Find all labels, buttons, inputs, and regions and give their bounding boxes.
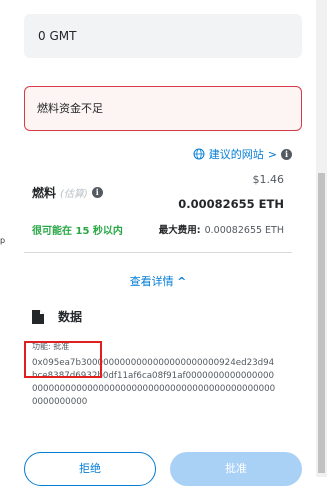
gas-info-icon[interactable]: i xyxy=(91,187,103,198)
alert-text: 燃料资金不足 xyxy=(37,102,103,115)
document-icon xyxy=(32,309,44,324)
gas-fee-title: 燃料 xyxy=(32,186,57,200)
red-highlight-box xyxy=(24,341,102,378)
likely-time: 很可能在 15 秒以内 xyxy=(32,226,123,237)
view-details-toggle[interactable]: 查看详情 ^ xyxy=(0,273,316,289)
chevron-up-icon: ^ xyxy=(177,275,187,288)
estimate-tag: (估算) xyxy=(60,189,88,200)
chevron-right-icon: > xyxy=(267,147,277,161)
data-section-title: 数据 xyxy=(58,310,83,324)
amount-field: 0 GMT xyxy=(24,14,302,58)
side-mark: p xyxy=(0,236,6,245)
info-icon[interactable]: i xyxy=(281,148,292,160)
max-fee: 最大费用: 0.00082655 ETH xyxy=(159,222,284,236)
data-section-header: 数据 xyxy=(32,308,82,325)
insufficient-funds-alert: 燃料资金不足 xyxy=(24,86,302,131)
confirm-transaction-view: 0 GMT 燃料资金不足 建议的网站 > i 燃料 (估算) i $1.46 0… xyxy=(0,0,316,486)
globe-icon xyxy=(193,148,205,160)
divider xyxy=(24,252,292,253)
gas-fee-label: 燃料 (估算) i xyxy=(32,184,103,201)
view-details-label: 查看详情 xyxy=(129,275,174,288)
approve-button[interactable]: 批准 xyxy=(170,452,302,486)
gas-fee-usd: $1.46 xyxy=(252,173,285,186)
reject-button[interactable]: 拒绝 xyxy=(24,452,156,486)
suggested-site-link[interactable]: 建议的网站 > i xyxy=(193,146,292,162)
amount-value: 0 GMT xyxy=(38,29,77,43)
gas-fee-eth: 0.00082655 ETH xyxy=(178,197,284,211)
max-fee-label: 最大费用: xyxy=(158,225,201,236)
suggested-site-label: 建议的网站 xyxy=(208,148,264,161)
max-fee-value: 0.00082655 ETH xyxy=(204,225,284,236)
scrollbar-thumb[interactable] xyxy=(318,173,325,473)
